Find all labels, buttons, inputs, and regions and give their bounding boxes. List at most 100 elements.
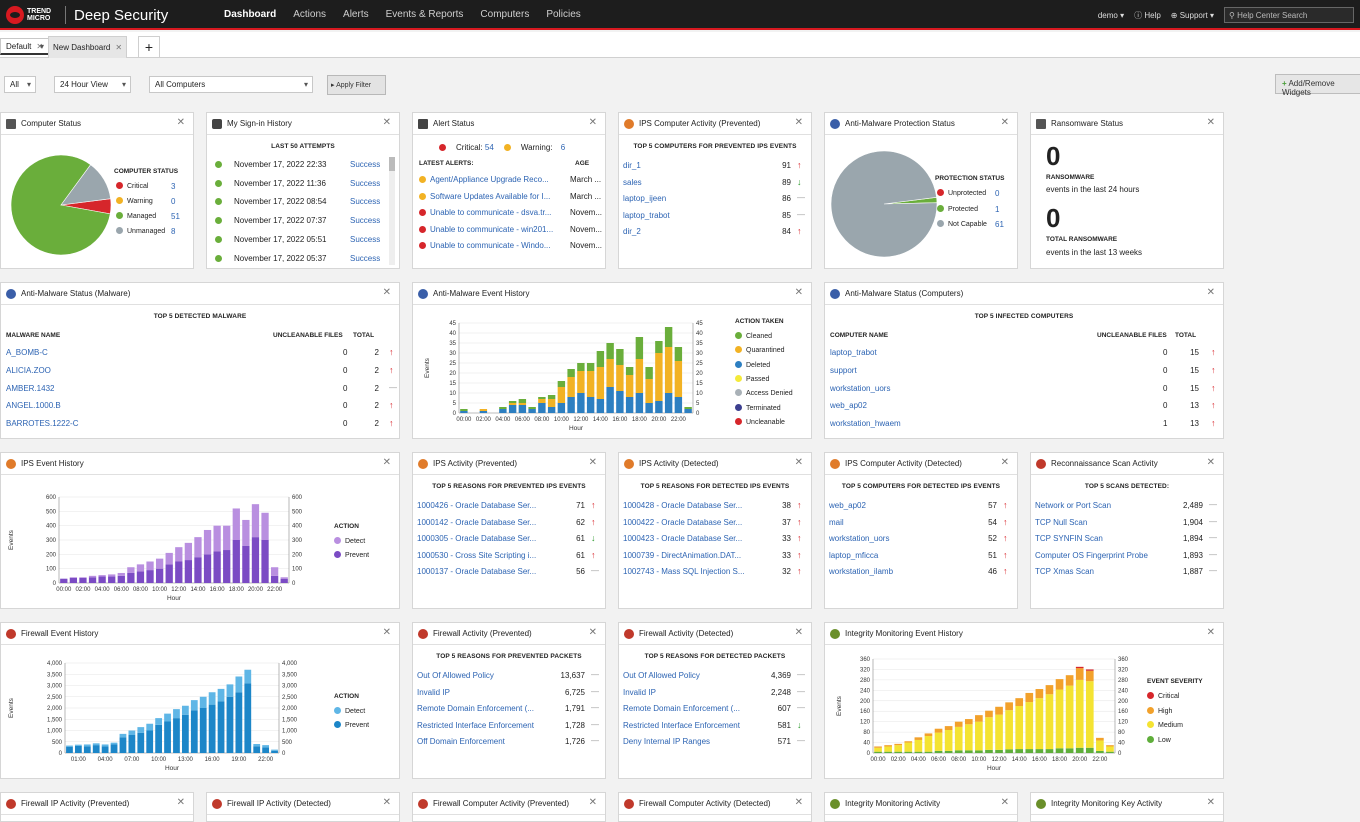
bar-segment-prevent[interactable] — [79, 577, 87, 583]
bar-segment-prevent[interactable] — [88, 577, 97, 583]
bar-segment-high[interactable] — [934, 728, 943, 733]
close-icon[interactable]: ✕ — [795, 287, 803, 298]
bar-segment-low[interactable] — [1096, 750, 1104, 753]
legend-item[interactable]: Deleted — [735, 360, 770, 369]
list-item-name[interactable]: laptop_trabot — [623, 211, 670, 220]
legend-item[interactable]: Access Denied — [735, 389, 793, 397]
bar-segment-cleaned[interactable] — [616, 349, 624, 365]
legend-value[interactable]: 8 — [171, 227, 175, 236]
bar-segment-prevent[interactable] — [270, 575, 279, 583]
help-search-input[interactable]: ⚲ Help Center Search — [1224, 7, 1354, 23]
close-icon[interactable]: ✕ — [589, 117, 597, 128]
close-icon[interactable]: ✕ — [1207, 457, 1215, 468]
bar-segment-deleted[interactable] — [567, 397, 575, 413]
bar-segment-cleaned[interactable] — [586, 363, 595, 371]
bar-segment-low[interactable] — [934, 750, 943, 753]
bar-segment-deleted[interactable] — [674, 397, 683, 413]
nav-alerts[interactable]: Alerts — [343, 9, 369, 20]
signin-status[interactable]: Success — [350, 216, 380, 225]
bar-segment-prevent[interactable] — [280, 578, 288, 583]
bar-segment-high[interactable] — [884, 745, 892, 747]
legend-item[interactable]: Unprotected — [937, 189, 986, 197]
legend-value[interactable]: 0 — [995, 189, 999, 198]
bar-segment-detect[interactable] — [164, 713, 171, 722]
scrollbar-thumb[interactable] — [389, 157, 395, 171]
bar-segment-detect[interactable] — [194, 537, 202, 558]
bar-segment-detect[interactable] — [83, 744, 91, 747]
bar-segment-prevent[interactable] — [146, 730, 154, 754]
bar-segment-high[interactable] — [1015, 698, 1024, 706]
bar-segment-high[interactable] — [1045, 685, 1054, 695]
alert-text[interactable]: Software Updates Available for I... — [430, 192, 550, 201]
bar-segment-high[interactable] — [995, 706, 1003, 715]
bar-segment-detect[interactable] — [181, 705, 189, 715]
widget-header[interactable]: Firewall IP Activity (Detected) ✕ — [207, 793, 399, 815]
bar-segment-cleaned[interactable] — [460, 409, 468, 411]
list-item-name[interactable]: Out Of Allowed Policy — [417, 671, 494, 680]
bar-segment-low[interactable] — [1106, 751, 1114, 753]
close-icon[interactable]: ✕ — [383, 627, 391, 638]
legend-item[interactable]: Warning — [116, 197, 153, 205]
widget-header[interactable]: IPS Activity (Detected) ✕ — [619, 453, 811, 475]
bar-segment-low[interactable] — [914, 751, 923, 753]
bar-segment-detect[interactable] — [223, 525, 231, 551]
alert-row[interactable]: Software Updates Available for I... — [419, 192, 569, 201]
signin-status[interactable]: Success — [350, 160, 380, 169]
bar-segment-detect[interactable] — [213, 525, 221, 552]
close-icon[interactable]: ✕ — [177, 797, 185, 808]
close-icon[interactable]: ✕ — [1207, 287, 1215, 298]
list-item-name[interactable]: 1000305 - Oracle Database Ser... — [417, 534, 536, 543]
alert-text[interactable]: Agent/Appliance Upgrade Reco... — [430, 175, 549, 184]
bar-segment-detect[interactable] — [119, 733, 127, 738]
close-icon[interactable]: ✕ — [115, 43, 122, 52]
legend-item[interactable]: Uncleanable — [735, 417, 785, 426]
legend-value[interactable]: 1 — [995, 205, 999, 214]
list-item-name[interactable]: dir_1 — [623, 161, 641, 170]
bar-segment-detect[interactable] — [101, 744, 109, 747]
bar-segment-low[interactable] — [995, 749, 1003, 753]
close-icon[interactable]: ✕ — [1001, 117, 1009, 128]
legend-item[interactable]: Protected — [937, 204, 978, 213]
table-row-name[interactable]: workstation_uors — [830, 384, 890, 393]
list-item-name[interactable]: 1000423 - Oracle Database Ser... — [623, 534, 742, 543]
bar-segment-detect[interactable] — [262, 745, 270, 748]
close-icon[interactable]: ✕ — [1207, 627, 1215, 638]
legend-item[interactable]: Detect — [334, 537, 365, 545]
bar-segment-quarantined[interactable] — [538, 399, 546, 403]
bar-segment-cleaned[interactable] — [664, 327, 673, 347]
bar-segment-medium[interactable] — [914, 739, 923, 752]
bar-segment-prevent[interactable] — [165, 564, 173, 583]
bar-segment-detect[interactable] — [137, 727, 145, 733]
bar-segment-prevent[interactable] — [232, 540, 240, 583]
widget-header[interactable]: Ransomware Status ✕ — [1031, 113, 1223, 135]
list-item-name[interactable]: 1000428 - Oracle Database Ser... — [623, 501, 742, 510]
bar-segment-medium[interactable] — [975, 721, 983, 751]
bar-segment-high[interactable] — [975, 715, 983, 722]
legend-item[interactable]: Critical — [1147, 692, 1179, 700]
bar-segment-high[interactable] — [985, 710, 993, 718]
bar-segment-prevent[interactable] — [74, 745, 82, 753]
bar-segment-low[interactable] — [924, 751, 933, 753]
warning-count[interactable]: 6 — [561, 143, 565, 152]
bar-segment-detect[interactable] — [108, 574, 116, 577]
widget-header[interactable]: Firewall Event History ✕ — [1, 623, 399, 645]
bar-segment-detect[interactable] — [92, 743, 100, 746]
bar-segment-low[interactable] — [1015, 749, 1024, 753]
bar-segment-prevent[interactable] — [184, 560, 193, 583]
list-item-name[interactable]: 1000137 - Oracle Database Ser... — [417, 567, 536, 576]
bar-segment-high[interactable] — [1005, 702, 1013, 711]
bar-segment-quarantined[interactable] — [664, 347, 673, 393]
nav-events-reports[interactable]: Events & Reports — [386, 9, 464, 20]
list-item-name[interactable]: TCP SYNFIN Scan — [1035, 534, 1103, 543]
bar-segment-low[interactable] — [904, 751, 913, 753]
table-row-name[interactable]: ANGEL.1000.B — [6, 401, 61, 410]
bar-segment-high[interactable] — [904, 741, 913, 743]
bar-segment-low[interactable] — [985, 749, 993, 753]
bar-segment-prevent[interactable] — [66, 746, 73, 753]
bar-segment-prevent[interactable] — [203, 554, 212, 583]
widget-header[interactable]: Integrity Monitoring Key Activity ✕ — [1031, 793, 1223, 815]
bar-segment-prevent[interactable] — [127, 572, 135, 583]
signin-status[interactable]: Success — [350, 235, 380, 244]
table-row-name[interactable]: laptop_trabot — [830, 348, 877, 357]
close-icon[interactable]: ✕ — [383, 287, 391, 298]
